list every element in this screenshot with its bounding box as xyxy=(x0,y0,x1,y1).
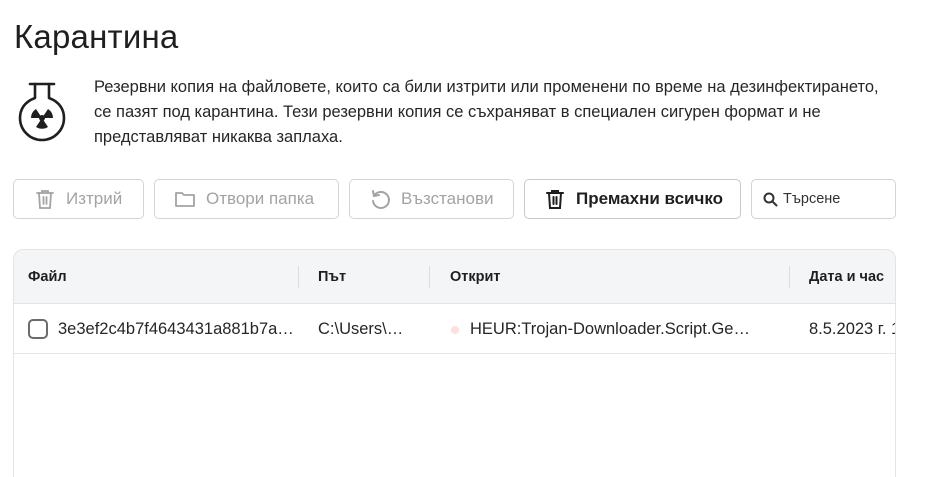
trash-icon xyxy=(34,188,56,210)
restore-button-label: Възстанови xyxy=(401,189,494,208)
table-row[interactable]: 3e3ef2c4b7f4643431a881b7a… C:\Users\… HE… xyxy=(14,304,895,354)
datetime-cell: 8.5.2023 г. 1 xyxy=(809,320,896,338)
quarantine-description: Резервни копия на файловете, които са би… xyxy=(94,78,879,146)
path-cell: C:\Users\… xyxy=(318,320,404,338)
search-icon xyxy=(763,192,778,207)
quarantine-table: Файл Път Открит Дата и час 3e3ef2c4b7f46… xyxy=(13,249,896,477)
column-divider[interactable] xyxy=(298,266,299,288)
radiation-flask-icon xyxy=(16,80,70,146)
remove-all-button-label: Премахни всичко xyxy=(576,189,724,208)
delete-button-label: Изтрий xyxy=(66,189,123,208)
column-divider[interactable] xyxy=(789,266,790,288)
detected-cell: HEUR:Trojan-Downloader.Script.Ge… xyxy=(470,320,750,338)
restore-button[interactable]: Възстанови xyxy=(349,179,514,219)
column-header-datetime[interactable]: Дата и час xyxy=(809,250,884,304)
search-input[interactable] xyxy=(783,191,893,207)
table-header: Файл Път Открит Дата и час xyxy=(14,250,895,304)
page-title: Карантина xyxy=(14,18,179,55)
open-folder-button-label: Отвори папка xyxy=(206,189,315,208)
row-checkbox[interactable] xyxy=(28,319,48,339)
severity-dot xyxy=(451,326,459,334)
column-header-detected[interactable]: Открит xyxy=(450,250,501,304)
column-header-file[interactable]: Файл xyxy=(28,250,67,304)
search-box[interactable] xyxy=(751,179,896,219)
open-folder-button[interactable]: Отвори папка xyxy=(154,179,339,219)
undo-icon xyxy=(369,188,391,210)
column-header-path[interactable]: Път xyxy=(318,250,346,304)
file-name-cell: 3e3ef2c4b7f4643431a881b7a… xyxy=(58,320,294,338)
delete-button[interactable]: Изтрий xyxy=(13,179,144,219)
trash-icon xyxy=(544,188,566,210)
folder-icon xyxy=(174,188,196,210)
remove-all-button[interactable]: Премахни всичко xyxy=(524,179,741,219)
column-divider[interactable] xyxy=(429,266,430,288)
